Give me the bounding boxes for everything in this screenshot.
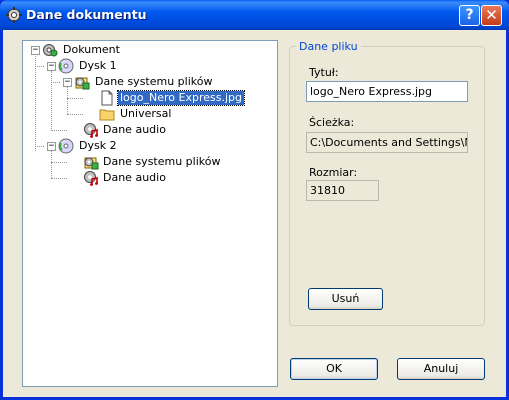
tree-item-document[interactable]: Dokument: [61, 43, 122, 57]
help-button[interactable]: ?: [459, 5, 480, 26]
tree-item-file-system-1[interactable]: Dane systemu plików: [93, 75, 214, 89]
tree-line: [67, 114, 83, 115]
tree-line: [35, 146, 44, 147]
collapse-toggle[interactable]: −: [47, 62, 56, 71]
close-button[interactable]: ✕: [481, 5, 502, 26]
file-icon: [101, 90, 113, 106]
collapse-toggle[interactable]: −: [63, 78, 72, 87]
title-field-label: Tytuł:: [309, 66, 339, 79]
tree-line: [35, 66, 44, 67]
collapse-toggle[interactable]: −: [47, 142, 56, 151]
collapse-toggle[interactable]: −: [31, 46, 40, 55]
tree-item-disk-1[interactable]: Dysk 1: [77, 59, 119, 73]
tree-line: [67, 87, 68, 114]
tree-line: [51, 162, 67, 163]
title-bar[interactable]: Dane dokumentu ? ✕: [0, 0, 509, 30]
size-field-label: Rozmiar:: [309, 166, 358, 179]
cancel-button[interactable]: Anuluj: [397, 358, 485, 380]
title-field[interactable]: logo_Nero Express.jpg: [306, 81, 468, 102]
tree-item-disk-2[interactable]: Dysk 2: [77, 139, 119, 153]
folder-icon: [99, 109, 115, 121]
tree-line: [51, 130, 67, 131]
tree-line: [51, 71, 52, 129]
audio-data-icon: [84, 123, 98, 138]
tree-item-audio-2[interactable]: Dane audio: [101, 171, 168, 185]
audio-data-icon: [84, 171, 98, 186]
document-settings-icon: [43, 44, 58, 57]
document-tree[interactable]: − Dokument − Dysk 1 − Dane systemu plikó…: [22, 40, 278, 387]
tree-item-audio-1[interactable]: Dane audio: [101, 123, 168, 137]
file-data-group-title: Dane pliku: [296, 40, 361, 53]
tree-item-selected-file[interactable]: logo_Nero Express.jpg: [117, 90, 245, 106]
data-file-system-icon: [75, 77, 90, 90]
remove-button[interactable]: Usuń: [308, 288, 383, 310]
tree-line: [51, 151, 52, 178]
data-file-system-icon: [84, 157, 99, 170]
tree-item-file-system-2[interactable]: Dane systemu plików: [101, 155, 222, 169]
tree-line: [51, 178, 67, 179]
size-field: 31810: [306, 180, 379, 201]
tree-line: [51, 82, 60, 83]
path-field[interactable]: C:\Documents and Settings\Mar: [306, 132, 468, 153]
tree-item-folder-universal[interactable]: Universal: [118, 107, 173, 121]
dialog-client-area: − Dokument − Dysk 1 − Dane systemu plikó…: [3, 30, 506, 397]
tree-line: [67, 98, 83, 99]
window-title: Dane dokumentu: [26, 7, 147, 22]
ok-button[interactable]: OK: [290, 358, 378, 380]
tree-line: [35, 56, 36, 151]
disc-icon: [58, 58, 74, 74]
dialog-window: Dane dokumentu ? ✕ − Dokument − Dysk 1 −…: [0, 0, 509, 400]
document-settings-icon: [6, 7, 22, 23]
disc-icon: [58, 138, 74, 154]
path-field-label: Ścieżka:: [309, 116, 355, 129]
